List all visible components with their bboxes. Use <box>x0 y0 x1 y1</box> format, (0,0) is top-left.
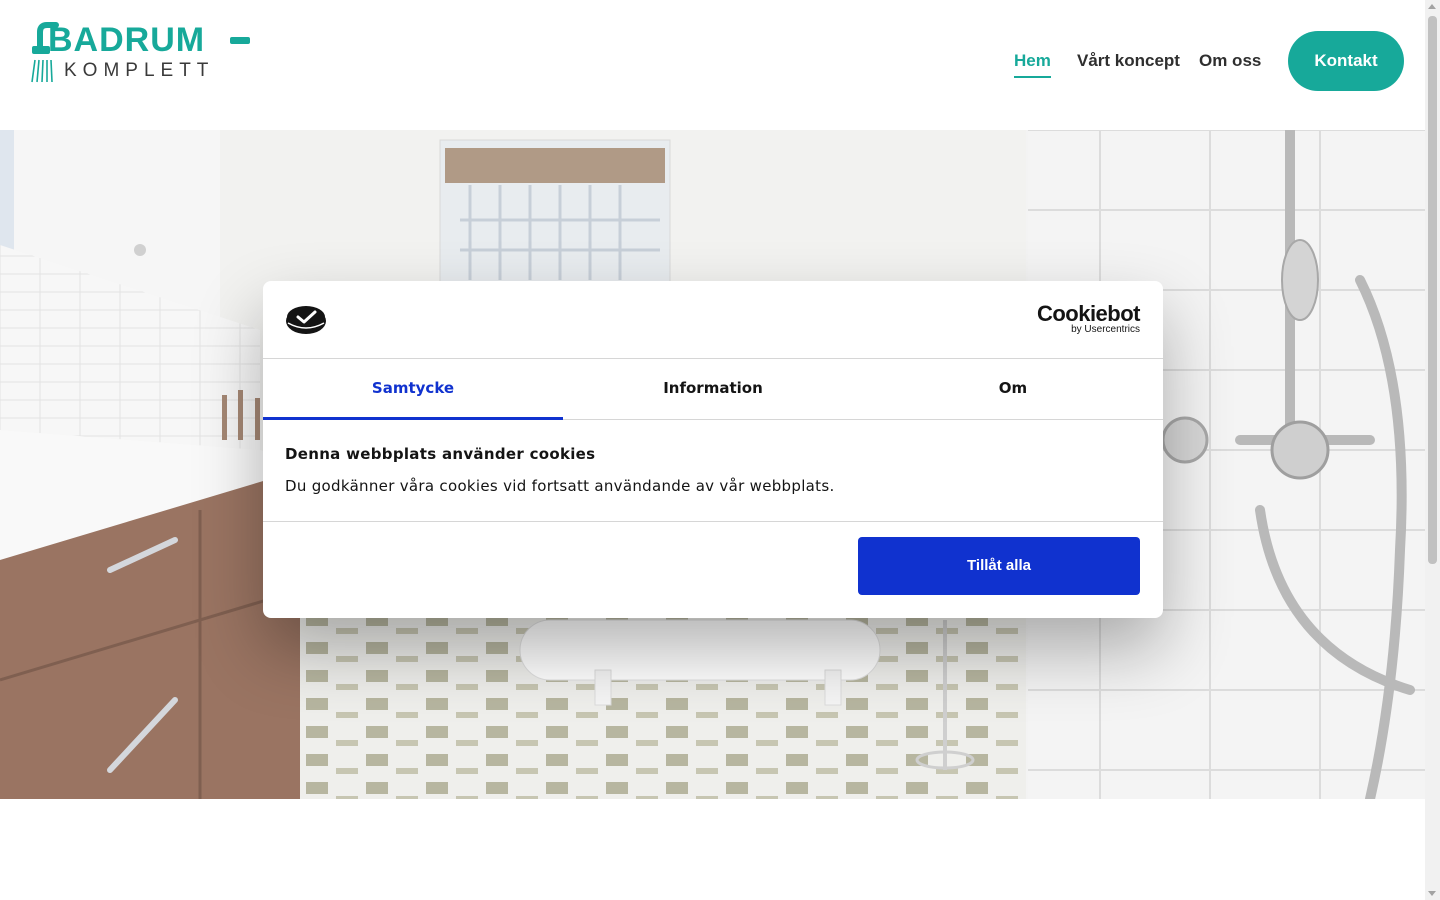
logo-text-top: BADRUM <box>48 21 206 59</box>
nav-link-om-oss[interactable]: Om oss <box>1199 48 1261 76</box>
cookie-dialog-tabs: Samtycke Information Om <box>263 359 1163 420</box>
cookie-dialog-body: Denna webbplats använder cookies Du godk… <box>263 421 1163 522</box>
cookie-consent-dialog: Cookiebot by Usercentrics Samtycke Infor… <box>263 281 1163 618</box>
scroll-down-icon[interactable] <box>1428 891 1436 896</box>
logo-dash <box>230 37 250 44</box>
cookiebot-name: Cookiebot <box>1036 301 1141 326</box>
scroll-up-icon[interactable] <box>1428 4 1436 9</box>
cookie-dialog-header: Cookiebot by Usercentrics <box>263 281 1163 359</box>
allow-all-button[interactable]: Tillåt alla <box>858 537 1140 595</box>
cookie-dialog-text: Du godkänner våra cookies vid fortsatt a… <box>285 477 835 495</box>
tab-information[interactable]: Information <box>563 359 863 420</box>
site-logo[interactable]: BADRUM KOMPLETT <box>30 20 254 86</box>
cookiebot-logo-icon <box>286 306 326 334</box>
scroll-thumb[interactable] <box>1428 16 1437 564</box>
cookiebot-brand-link[interactable]: Cookiebot by Usercentrics <box>1036 301 1141 336</box>
tab-samtycke[interactable]: Samtycke <box>263 359 563 420</box>
nav-link-vart-koncept[interactable]: Vårt koncept <box>1077 48 1180 76</box>
tab-om[interactable]: Om <box>863 359 1163 420</box>
nav-link-hem[interactable]: Hem <box>1014 48 1051 78</box>
logo-text-bottom: KOMPLETT <box>64 60 215 81</box>
contact-button[interactable]: Kontakt <box>1288 31 1404 91</box>
cookie-dialog-title: Denna webbplats använder cookies <box>285 445 596 463</box>
page-scrollbar[interactable] <box>1425 0 1440 900</box>
site-header: BADRUM KOMPLETT Hem Vårt koncept Om oss … <box>0 0 1425 130</box>
